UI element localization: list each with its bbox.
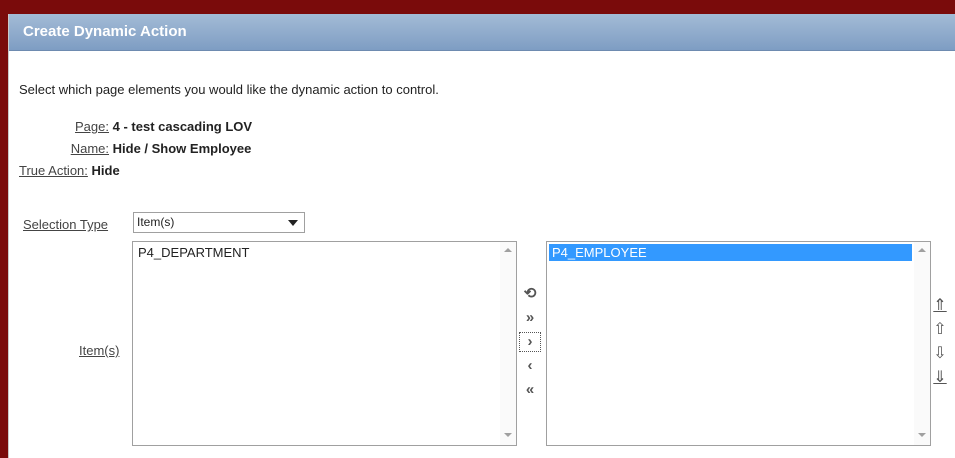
move-down-icon[interactable]: ⇩: [931, 344, 949, 364]
move-bottom-icon[interactable]: ⇓: [931, 368, 949, 388]
available-items-list[interactable]: P4_DEPARTMENT: [132, 241, 517, 446]
true-action-value: Hide: [91, 163, 120, 178]
info-name-row: Name: Hide / Show Employee: [19, 141, 319, 159]
list-item[interactable]: P4_EMPLOYEE: [549, 244, 912, 261]
reset-icon[interactable]: ⟲: [519, 284, 541, 304]
selection-type-label: Selection Type: [23, 217, 109, 232]
items-label: Item(s): [79, 343, 120, 358]
move-up-icon[interactable]: ⇧: [931, 320, 949, 340]
name-label: Name:: [70, 141, 109, 156]
selection-type-value: Item(s): [137, 215, 175, 229]
remove-all-icon[interactable]: «: [519, 380, 541, 400]
scroll-down-icon[interactable]: [504, 433, 512, 437]
chevron-down-icon: [288, 220, 298, 226]
true-action-label: True Action:: [19, 163, 88, 178]
panel-title: Create Dynamic Action: [23, 23, 187, 40]
page-value: 4 - test cascading LOV: [112, 119, 253, 134]
move-top-icon[interactable]: ⇑: [931, 296, 949, 316]
page-label: Page:: [75, 119, 109, 134]
remove-icon[interactable]: ‹: [519, 356, 541, 376]
panel-header: Create Dynamic Action: [9, 14, 955, 51]
name-value: Hide / Show Employee: [112, 141, 252, 156]
list-item[interactable]: P4_DEPARTMENT: [135, 244, 498, 261]
instructions-text: Select which page elements you would lik…: [19, 82, 439, 97]
scrollbar[interactable]: [500, 242, 516, 445]
info-page-row: Page: 4 - test cascading LOV: [19, 119, 319, 137]
dialog-panel: Create Dynamic Action Select which page …: [8, 14, 955, 458]
scroll-up-icon[interactable]: [504, 248, 512, 252]
selection-type-select[interactable]: Item(s): [133, 212, 305, 233]
move-icon[interactable]: ›: [519, 332, 541, 352]
move-all-icon[interactable]: »: [519, 308, 541, 328]
selected-items-list[interactable]: P4_EMPLOYEE: [546, 241, 931, 446]
scroll-up-icon[interactable]: [918, 248, 926, 252]
scrollbar[interactable]: [914, 242, 930, 445]
info-true-action-row: True Action: Hide: [19, 163, 319, 181]
scroll-down-icon[interactable]: [918, 433, 926, 437]
